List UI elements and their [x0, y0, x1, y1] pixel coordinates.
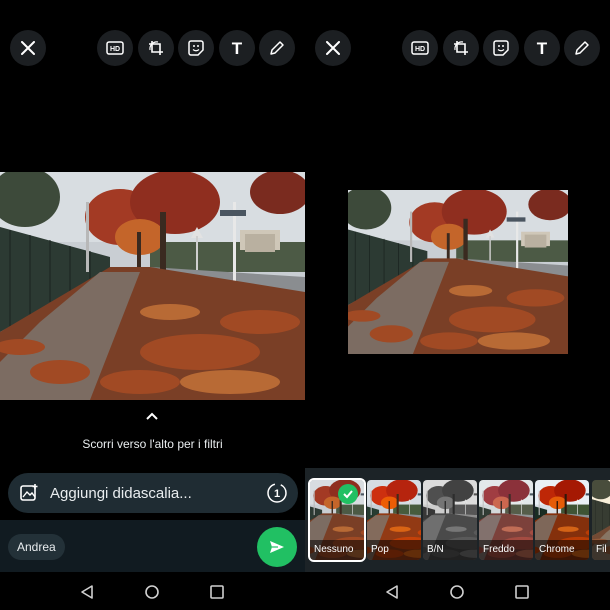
editor-toolbar: HD T — [0, 30, 305, 66]
draw-button[interactable] — [564, 30, 600, 66]
system-nav-bar — [0, 574, 305, 610]
filter-strip: Nessuno Pop B/N Freddo Chrome Fil — [305, 468, 610, 572]
svg-text:T: T — [232, 40, 243, 56]
filter-nessuno[interactable]: Nessuno — [308, 478, 366, 562]
crop-rotate-button[interactable] — [138, 30, 174, 66]
text-tool-button[interactable]: T — [219, 30, 255, 66]
crop-rotate-icon — [149, 41, 163, 55]
filter-bn[interactable]: B/N — [423, 480, 477, 560]
filter-label: B/N — [423, 540, 477, 560]
editor-toolbar: HD T — [305, 30, 610, 66]
close-button[interactable] — [315, 30, 351, 66]
svg-text:T: T — [537, 40, 548, 56]
filter-label: Pop — [367, 540, 421, 560]
chevron-up-icon — [146, 412, 158, 420]
pencil-icon — [575, 41, 589, 55]
svg-text:1: 1 — [274, 488, 280, 500]
close-button[interactable] — [10, 30, 46, 66]
sticker-button[interactable] — [178, 30, 214, 66]
sticker-button[interactable] — [483, 30, 519, 66]
home-nav-icon[interactable] — [449, 584, 465, 600]
sticker-icon — [493, 40, 509, 56]
home-nav-icon[interactable] — [144, 584, 160, 600]
hd-icon: HD — [411, 41, 429, 55]
crop-rotate-icon — [454, 41, 468, 55]
selected-check — [338, 484, 358, 504]
view-once-timer-icon[interactable]: 1 — [266, 482, 288, 504]
recipient-bar: Andrea — [0, 520, 305, 572]
check-icon — [343, 490, 353, 499]
caption-input[interactable] — [50, 484, 266, 502]
send-button[interactable] — [257, 527, 297, 567]
svg-text:HD: HD — [415, 46, 425, 53]
filter-label: Nessuno — [310, 540, 364, 560]
send-icon — [270, 541, 284, 553]
photo-preview[interactable] — [0, 172, 305, 400]
recipient-chip[interactable]: Andrea — [8, 534, 65, 560]
draw-button[interactable] — [259, 30, 295, 66]
filter-label: Fil — [592, 540, 610, 560]
filter-chrome[interactable]: Chrome — [535, 480, 589, 560]
system-nav-bar — [305, 574, 610, 610]
back-nav-icon[interactable] — [384, 584, 400, 600]
caption-bar: 1 — [8, 473, 298, 513]
close-icon — [326, 41, 340, 55]
sticker-icon — [188, 40, 204, 56]
filter-pop[interactable]: Pop — [367, 480, 421, 560]
editor-panel-left: HD T Scorri verso l'alto per i filtri 1 … — [0, 0, 305, 610]
text-tool-button[interactable]: T — [524, 30, 560, 66]
recents-nav-icon[interactable] — [514, 584, 530, 600]
text-icon: T — [232, 40, 243, 56]
photo-preview[interactable] — [348, 190, 568, 354]
svg-text:HD: HD — [110, 46, 120, 53]
filter-label: Freddo — [479, 540, 533, 560]
filter-label: Chrome — [535, 540, 589, 560]
recents-nav-icon[interactable] — [209, 584, 225, 600]
hd-icon: HD — [106, 41, 124, 55]
filter-freddo[interactable]: Freddo — [479, 480, 533, 560]
close-icon — [21, 41, 35, 55]
swipe-hint-text: Scorri verso l'alto per i filtri — [82, 437, 223, 451]
pencil-icon — [270, 41, 284, 55]
filter-partial[interactable]: Fil — [592, 480, 610, 560]
add-sticker-icon[interactable] — [18, 482, 40, 504]
editor-panel-right: HD T Nessuno Pop B/N Freddo Chrome Fil — [305, 0, 610, 610]
back-nav-icon[interactable] — [79, 584, 95, 600]
hd-quality-button[interactable]: HD — [97, 30, 133, 66]
crop-rotate-button[interactable] — [443, 30, 479, 66]
text-icon: T — [537, 40, 548, 56]
hd-quality-button[interactable]: HD — [402, 30, 438, 66]
